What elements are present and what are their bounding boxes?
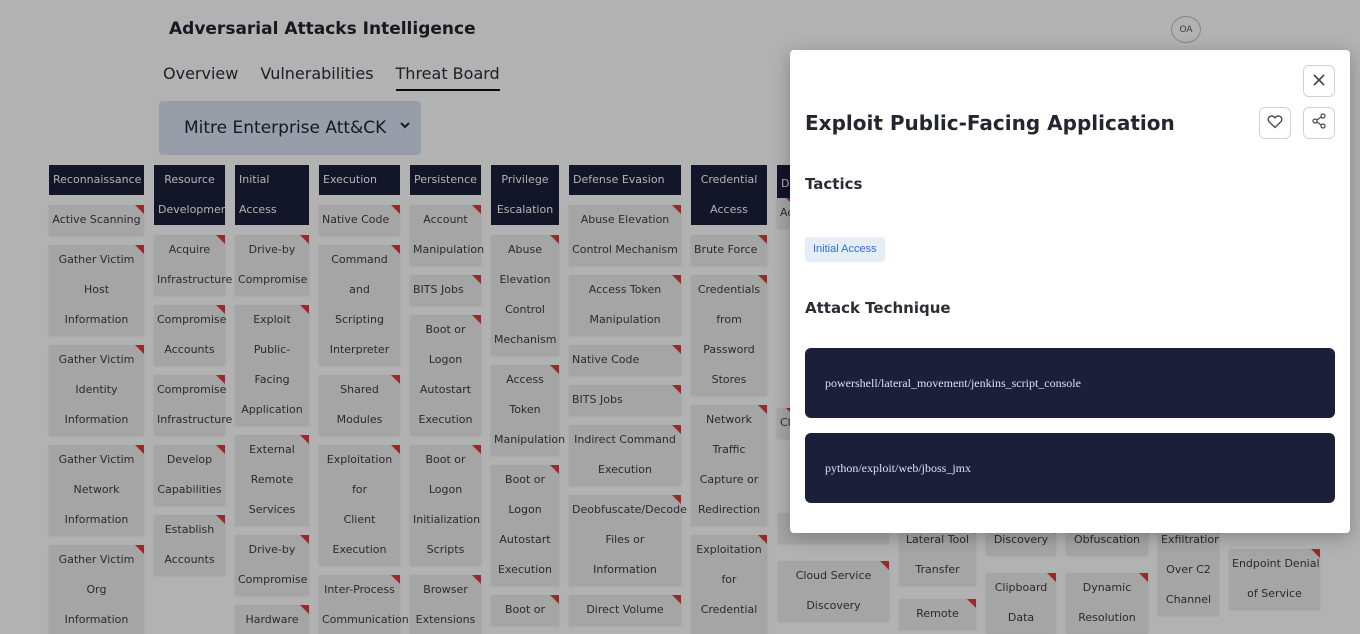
technique-item[interactable]: powershell/lateral_movement/jenkins_scri… (805, 348, 1335, 418)
close-button[interactable] (1303, 65, 1335, 97)
share-button[interactable] (1303, 107, 1335, 139)
close-icon (1312, 72, 1326, 91)
favorite-button[interactable] (1259, 107, 1291, 139)
technique-path: python/exploit/web/jboss_jmx (825, 460, 971, 475)
share-icon (1311, 113, 1327, 133)
technique-detail-modal: Exploit Public-Facing Application Tactic… (790, 50, 1350, 533)
technique-item[interactable]: python/exploit/web/jboss_jmx (805, 433, 1335, 503)
modal-title: Exploit Public-Facing Application (805, 111, 1175, 135)
technique-path: powershell/lateral_movement/jenkins_scri… (825, 375, 1081, 390)
attack-technique-heading: Attack Technique (805, 299, 951, 317)
tactic-chip[interactable]: Initial Access (805, 237, 885, 262)
tactics-heading: Tactics (805, 175, 863, 193)
heart-icon (1267, 114, 1283, 133)
